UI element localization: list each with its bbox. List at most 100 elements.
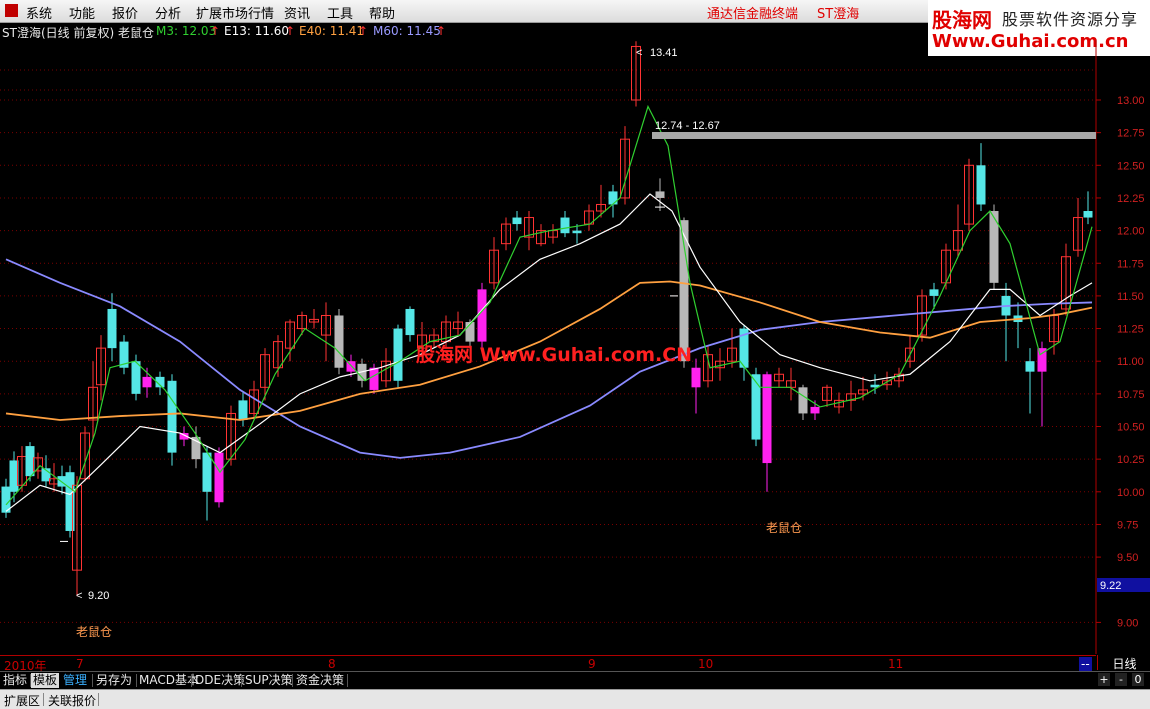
low-marker-arrow: < [76, 590, 82, 602]
menu-analysis[interactable]: 分析 [155, 3, 181, 22]
high-price-label: 13.41 [650, 47, 678, 59]
e13-value: E13: 11.60 [224, 24, 290, 38]
candle-body [369, 367, 379, 390]
m60-value: M60: 11.45 [373, 24, 441, 38]
candle-body [512, 217, 522, 225]
axis-tick-label: 9.75 [1117, 519, 1138, 531]
axis-tick-label: 10.25 [1117, 454, 1145, 466]
period-selector[interactable]: 日线 [1097, 655, 1150, 671]
time-cursor-marker: -- [1079, 657, 1092, 671]
candle-body [405, 308, 415, 336]
candle-body [107, 308, 117, 349]
candle-body [131, 361, 141, 394]
tab-divider [292, 674, 293, 687]
candle-body [976, 165, 986, 205]
candle-body [142, 376, 152, 388]
m3-value: M3: 12.03 [156, 24, 217, 38]
axis-tick-label: 9.50 [1117, 552, 1138, 564]
low-price-label: 9.20 [88, 590, 109, 602]
axis-tick-label: 10.50 [1117, 422, 1145, 434]
tab-divider [92, 674, 93, 687]
tab-manage[interactable]: 管理 [61, 673, 89, 688]
e40-up-arrow-icon: ↑ [358, 24, 369, 38]
tab-dde-decision[interactable]: DDE决策 [193, 673, 247, 688]
chart-watermark: 股海网 Www.Guhai.com.CN [416, 343, 692, 366]
status-extension-area[interactable]: 扩展区 [4, 692, 40, 709]
candle-body [65, 472, 75, 531]
tab-save-as[interactable]: 另存为 [94, 673, 134, 688]
m3-up-arrow-icon: ↑ [210, 24, 221, 38]
axis-tick-label: 12.75 [1117, 128, 1145, 140]
axis-tick-label: 13.00 [1117, 95, 1145, 107]
time-label-sep: 9 [588, 657, 596, 671]
menu-quote[interactable]: 报价 [112, 3, 138, 22]
tab-indicator[interactable]: 指标 [1, 673, 29, 688]
menu-news[interactable]: 资讯 [284, 3, 310, 22]
candle-body [167, 380, 177, 453]
kline-chart[interactable]: 13.00 12.75 12.50 12.25 12.00 11.75 11.50 11.25… [0, 40, 1150, 654]
candle-body [691, 367, 701, 388]
template-tab-bar: 指标 模板 管理 另存为 MACD基本 DDE决策 SUP决策 资金决策 + -… [0, 671, 1150, 689]
band-label: 12.74 - 12.67 [655, 120, 720, 132]
candle-body [751, 374, 761, 440]
time-label-jul: 7 [76, 657, 84, 671]
tab-divider [241, 674, 242, 687]
candle-body [477, 289, 487, 342]
status-bar: 扩展区 关联报价 [0, 689, 1150, 709]
candle-body [202, 452, 212, 492]
axis-tick-label: 11.50 [1117, 291, 1144, 303]
axis-tick-label: 12.50 [1117, 160, 1145, 172]
axis-tick-label: 10.00 [1117, 487, 1145, 499]
signal-label-2: 老鼠仓 [766, 521, 802, 535]
tab-fund-decision[interactable]: 资金决策 [294, 673, 346, 688]
candle-body [798, 387, 808, 414]
axis-tick-label: 10.75 [1117, 389, 1145, 401]
high-marker-arrow: < [636, 47, 642, 59]
brand-name: 股海网 [932, 8, 992, 32]
axis-tick-label: 12.00 [1117, 226, 1145, 238]
time-label-aug: 8 [328, 657, 336, 671]
tab-template[interactable]: 模板 [31, 673, 60, 688]
e40-value: E40: 11.41 [299, 24, 365, 38]
axis-tick-label: 11.25 [1117, 324, 1144, 336]
menu-extended-market[interactable]: 扩展市场行情 [196, 3, 274, 22]
resistance-band [652, 132, 1096, 139]
ma-lines [5, 104, 1093, 542]
candle-body [655, 191, 665, 198]
candle-body [393, 328, 403, 381]
time-label-nov: 11 [888, 657, 904, 671]
terminal-title: 通达信金融终端 [707, 7, 799, 22]
menu-help[interactable]: 帮助 [369, 3, 395, 22]
candle-body [238, 400, 248, 420]
menu-tools[interactable]: 工具 [327, 3, 353, 22]
axis-tick-label: 12.25 [1117, 193, 1145, 205]
brand-slogan: 股票软件资源分享 [1002, 10, 1139, 29]
axis-tick-label: 9.00 [1117, 617, 1138, 629]
candle-body [608, 191, 618, 205]
zoom-out-button[interactable]: - [1115, 673, 1127, 686]
candle-body [334, 315, 344, 368]
e13-up-arrow-icon: ↑ [285, 24, 296, 38]
app-logo-icon [5, 4, 18, 17]
axis-tick-label: 11.00 [1117, 356, 1144, 368]
status-linked-quote[interactable]: 关联报价 [48, 692, 96, 709]
menu-function[interactable]: 功能 [69, 3, 95, 22]
time-axis: 2010年 7 8 9 10 11 -- [0, 655, 1096, 673]
tab-sup-decision[interactable]: SUP决策 [243, 673, 295, 688]
candle-body [1025, 361, 1035, 372]
price-axis: 13.00 12.75 12.50 12.25 12.00 11.75 11.50 11.25… [1096, 95, 1145, 629]
zoom-in-button[interactable]: + [1098, 673, 1110, 686]
candle-body [929, 289, 939, 296]
current-price-value: 9.22 [1100, 580, 1121, 592]
status-divider [98, 693, 99, 706]
candle-body [572, 230, 582, 234]
candle-body [214, 452, 224, 503]
zoom-reset-button[interactable]: 0 [1132, 673, 1144, 686]
candle-body [810, 406, 820, 414]
menu-system[interactable]: 系统 [26, 3, 52, 22]
status-divider [43, 693, 44, 706]
candle-body [560, 217, 570, 234]
tab-divider [191, 674, 192, 687]
time-label-oct: 10 [698, 657, 714, 671]
stock-name-title: ST澄海 [817, 7, 860, 22]
